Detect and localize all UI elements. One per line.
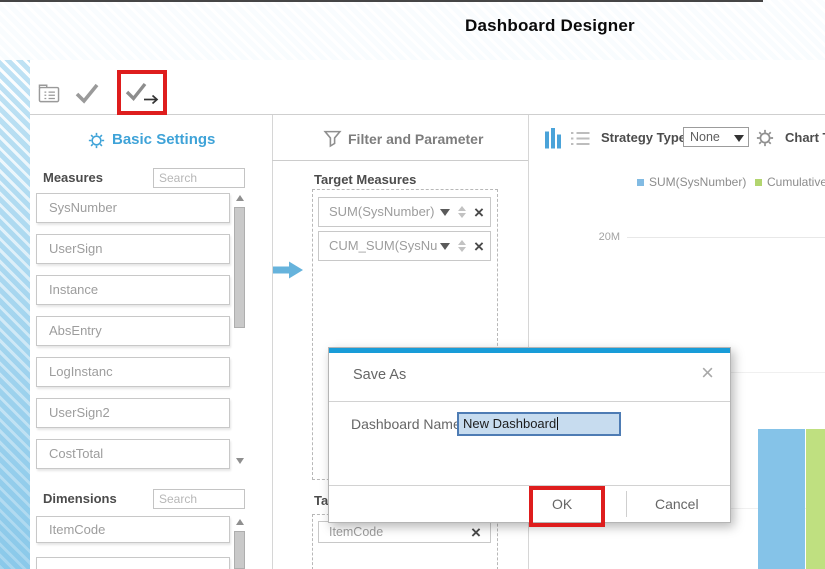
legend-swatch-cumulative	[755, 179, 762, 186]
remove-icon[interactable]: ×	[474, 238, 484, 255]
basic-settings-title: Basic Settings	[112, 131, 215, 148]
close-icon[interactable]: ×	[701, 362, 714, 384]
confirm-icon[interactable]	[74, 82, 100, 109]
list-item-measure[interactable]: SysNumber	[36, 193, 230, 223]
divider-left-middle	[272, 115, 273, 569]
list-item-measure[interactable]: UserSign	[36, 234, 230, 264]
strategy-type-select[interactable]: None	[683, 127, 749, 147]
chevron-down-icon[interactable]	[440, 243, 450, 250]
top-border-line	[0, 0, 763, 2]
annotation-box-ok	[529, 486, 605, 527]
sort-updown-icon[interactable]	[458, 206, 466, 218]
list-view-icon[interactable]	[570, 130, 590, 152]
target-dimension-row[interactable]: ItemCode ×	[318, 521, 491, 543]
target-measure-name: CUM_SUM(SysNu...	[329, 232, 437, 260]
scrollbar-thumb[interactable]	[234, 207, 245, 328]
chevron-down-icon	[734, 135, 744, 142]
target-measure-row[interactable]: CUM_SUM(SysNu... ×	[318, 231, 491, 261]
cancel-button[interactable]: Cancel	[647, 492, 707, 516]
list-item-measure[interactable]: UserSign2	[36, 398, 230, 428]
gear-icon[interactable]	[88, 132, 105, 154]
filter-icon	[323, 129, 342, 153]
text-caret	[557, 417, 558, 430]
bar-cumulative	[806, 429, 825, 569]
annotation-box-save-icon	[117, 70, 167, 115]
dashboard-designer-screen: Dashboard Designer Basic Settings Meas	[0, 0, 825, 569]
measures-label: Measures	[43, 170, 103, 185]
target-measure-row[interactable]: SUM(SysNumber) ×	[318, 197, 491, 227]
remove-icon[interactable]: ×	[471, 524, 481, 541]
filter-panel-title: Filter and Parameter	[348, 131, 483, 147]
chevron-down-icon[interactable]	[440, 209, 450, 216]
dashboard-name-label: Dashboard Name	[351, 416, 461, 432]
scroll-up-icon[interactable]	[236, 195, 244, 201]
gridline-20m	[627, 237, 825, 238]
list-item-measure[interactable]: CostTotal	[36, 439, 230, 469]
scroll-up-icon[interactable]	[236, 519, 244, 525]
strategy-type-label: Strategy Type	[601, 130, 686, 145]
list-item-measure[interactable]: AbsEntry	[36, 316, 230, 346]
bar-sum-sysnumber	[758, 429, 805, 569]
sort-updown-icon[interactable]	[458, 240, 466, 252]
dashboard-name-input[interactable]: New Dashboard	[457, 412, 621, 436]
page-title: Dashboard Designer	[465, 16, 635, 36]
dialog-header-divider	[329, 401, 730, 402]
list-item-measure[interactable]: Instance	[36, 275, 230, 305]
measures-search-input[interactable]	[153, 168, 245, 188]
remove-icon[interactable]: ×	[474, 204, 484, 221]
dialog-accent-bar	[329, 348, 730, 353]
target-measures-label: Target Measures	[314, 172, 416, 187]
form-icon[interactable]	[38, 83, 60, 108]
strategy-type-value: None	[690, 130, 720, 144]
dimensions-label: Dimensions	[43, 491, 117, 506]
legend-label-sum: SUM(SysNumber)	[649, 175, 746, 189]
list-item-measure[interactable]: LogInstanc	[36, 357, 230, 387]
target-measure-name: SUM(SysNumber)	[329, 198, 437, 226]
list-item-dimension-partial[interactable]	[36, 557, 230, 569]
scroll-down-icon[interactable]	[236, 458, 244, 464]
chart-type-label: Chart T	[785, 130, 825, 145]
y-axis-tick-label: 20M	[590, 231, 620, 243]
button-separator	[626, 491, 627, 517]
legend-label-cumulative: Cumulative	[767, 175, 825, 189]
bar-chart-icon[interactable]	[545, 128, 562, 154]
dialog-title: Save As	[353, 367, 406, 383]
dimensions-search-input[interactable]	[153, 489, 245, 509]
dashboard-name-value: New Dashboard	[463, 416, 556, 431]
transfer-arrow-icon	[273, 261, 303, 284]
list-item-dimension[interactable]: ItemCode	[36, 516, 230, 543]
target-dimension-name: ItemCode	[329, 522, 437, 542]
legend-swatch-sum	[637, 179, 644, 186]
left-striped-rail	[0, 60, 30, 569]
chart-settings-gear-icon[interactable]	[756, 129, 774, 152]
scrollbar-thumb[interactable]	[234, 531, 245, 569]
